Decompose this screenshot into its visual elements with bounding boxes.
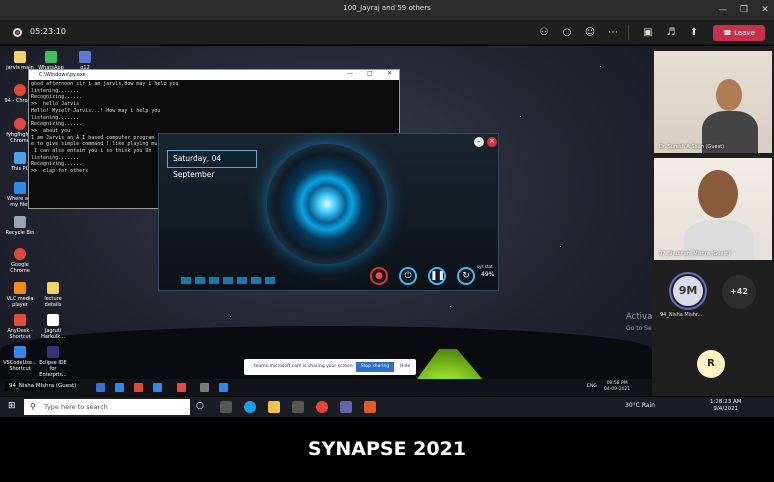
- desktop-icon[interactable]: AnyDesk - Shortcut: [3, 314, 37, 340]
- share-text: teams.microsoft.com is sharing your scre…: [254, 364, 355, 369]
- hide-button[interactable]: Hide: [400, 364, 410, 369]
- more-icon[interactable]: ⋯: [605, 25, 621, 41]
- screen-share-notification: teams.microsoft.com is sharing your scre…: [244, 359, 416, 375]
- status-label: sys stat: [477, 264, 493, 269]
- video-tile[interactable]: 97_Shubham Mishra (Guest): [654, 158, 772, 260]
- indicator-slot: [237, 277, 247, 284]
- power-button[interactable]: ⏻: [399, 267, 417, 285]
- weather-widget[interactable]: 30°C Rain: [625, 402, 655, 409]
- share-icon[interactable]: ⬆: [686, 25, 702, 41]
- indicator-slot: [265, 277, 275, 284]
- pause-button[interactable]: ❚❚: [428, 267, 446, 285]
- clock[interactable]: 1:28:23 AM 9/4/2021: [710, 399, 741, 413]
- local-taskbar: ⊞ ⚲ Type here to search ○ 30°C Rain 1:28:…: [0, 397, 774, 417]
- camera-off-icon[interactable]: ▣: [640, 25, 656, 41]
- jarvis-date: Saturday, 04 September: [167, 150, 257, 179]
- taskbar-app-icon[interactable]: [200, 383, 209, 392]
- remote-clock[interactable]: 09:58 PM 04-09-2021: [604, 381, 630, 393]
- desktop-icon[interactable]: Jagruti Harkulk...: [36, 314, 70, 340]
- search-box[interactable]: ⚲ Type here to search: [24, 399, 190, 415]
- taskbar-app-icon[interactable]: [219, 383, 228, 392]
- participants-panel: Dr. Suresh A Shan (Guest) 97_Shubham Mis…: [652, 46, 774, 396]
- desktop-icon[interactable]: Eclipse IDE for Enterpris...: [36, 346, 70, 378]
- indicator-slot: [195, 277, 205, 284]
- search-icon: ⚲: [30, 402, 36, 411]
- minimize-icon[interactable]: —: [347, 70, 353, 77]
- desktop-icon[interactable]: lecture details: [36, 282, 70, 308]
- task-view-icon[interactable]: ○: [196, 401, 208, 413]
- window-title: 100_Jayraj and 59 others: [343, 4, 431, 12]
- leave-button[interactable]: ☎ Leave: [713, 25, 765, 41]
- stop-sharing-button[interactable]: Stop sharing: [356, 362, 394, 372]
- desktop-icon[interactable]: VSCodeUse... Shortcut: [3, 346, 37, 372]
- video-tile[interactable]: Dr. Suresh A Shan (Guest): [654, 51, 772, 153]
- mic-off-icon[interactable]: ♬: [663, 25, 679, 41]
- participant-name: Dr. Suresh A Shan (Guest): [659, 144, 725, 150]
- status-value: 49%: [481, 271, 495, 278]
- meeting-toolbar: 05:23:10 ⚇ ○ ☺ ⋯ ▣ ♬ ⬆ ☎ Leave: [0, 20, 774, 45]
- taskbar-app-icon[interactable]: [153, 383, 162, 392]
- desktop-icon[interactable]: VLC media player: [3, 282, 37, 308]
- taskbar-app-icon[interactable]: [134, 383, 143, 392]
- participant-avatar[interactable]: R: [697, 350, 725, 378]
- widgets-icon[interactable]: [220, 401, 232, 413]
- reactions-icon[interactable]: ☺: [582, 25, 598, 41]
- recording-icon: [13, 28, 22, 37]
- jarvis-panel: Saturday, 04 September – × ● ⏻ ❚❚ ↻ sys …: [158, 133, 499, 291]
- more-participants-button[interactable]: +42: [722, 275, 756, 309]
- participant-face: [698, 170, 738, 218]
- minimize-icon[interactable]: –: [474, 137, 484, 147]
- taskbar-app-icon[interactable]: [364, 401, 376, 413]
- close-icon[interactable]: ✕: [756, 2, 774, 18]
- desktop-icon[interactable]: Recycle Bin: [3, 216, 37, 236]
- store-icon[interactable]: [292, 401, 304, 413]
- desktop-icon[interactable]: jarvis main: [3, 51, 37, 71]
- chrome-icon[interactable]: [316, 401, 328, 413]
- minimize-icon[interactable]: —: [714, 2, 732, 18]
- participants-icon[interactable]: ⚇: [536, 25, 552, 41]
- participant-avatar[interactable]: 9M: [671, 274, 705, 308]
- chat-icon[interactable]: ○: [559, 25, 575, 41]
- caption: SYNAPSE 2021: [0, 420, 774, 482]
- remote-taskbar: 94_Nisha Mishra (Guest) ENG 09:58 PM 04-0…: [0, 379, 652, 396]
- desktop-icon[interactable]: Google Chrome: [3, 248, 37, 274]
- language-indicator[interactable]: ENG: [587, 384, 597, 389]
- maximize-icon[interactable]: □: [367, 70, 373, 77]
- participant-face: [716, 79, 742, 111]
- shared-screen: jarvis main WhatsApp g12 94 - Chrome fyh…: [0, 46, 652, 396]
- windows-start-icon[interactable]: ⊞: [8, 401, 18, 411]
- console-titlebar[interactable]: C:\Windows\py.exe — □ ✕: [29, 70, 399, 80]
- presenter-name-tag: 94_Nisha Mishra (Guest): [5, 381, 81, 391]
- participant-name: 97_Shubham Mishra (Guest): [659, 251, 731, 257]
- title-bar: 100_Jayraj and 59 others — ❐ ✕: [0, 0, 774, 20]
- indicator-slot: [223, 277, 233, 284]
- record-button[interactable]: ●: [370, 267, 388, 285]
- edge-icon[interactable]: [244, 401, 256, 413]
- taskbar-app-icon[interactable]: [115, 383, 124, 392]
- taskbar-app-icon[interactable]: [96, 383, 105, 392]
- file-explorer-icon[interactable]: [268, 401, 280, 413]
- teams-icon[interactable]: [340, 401, 352, 413]
- desktop-icon[interactable]: WhatsApp: [34, 51, 68, 71]
- maximize-icon[interactable]: ❐: [735, 2, 753, 18]
- close-icon[interactable]: ×: [487, 137, 497, 147]
- desktop-icon[interactable]: g12: [68, 51, 102, 71]
- taskbar-app-icon[interactable]: [177, 383, 186, 392]
- avatar-name: 94_Nisha Mishr...: [660, 312, 703, 318]
- close-icon[interactable]: ✕: [387, 70, 392, 77]
- indicator-slot: [209, 277, 219, 284]
- indicator-slot: [181, 277, 191, 284]
- meeting-timer: 05:23:10: [30, 27, 66, 36]
- console-title: C:\Windows\py.exe: [39, 72, 86, 78]
- refresh-button[interactable]: ↻: [457, 267, 475, 285]
- arc-reactor-graphic: [267, 144, 387, 264]
- indicator-slot: [251, 277, 261, 284]
